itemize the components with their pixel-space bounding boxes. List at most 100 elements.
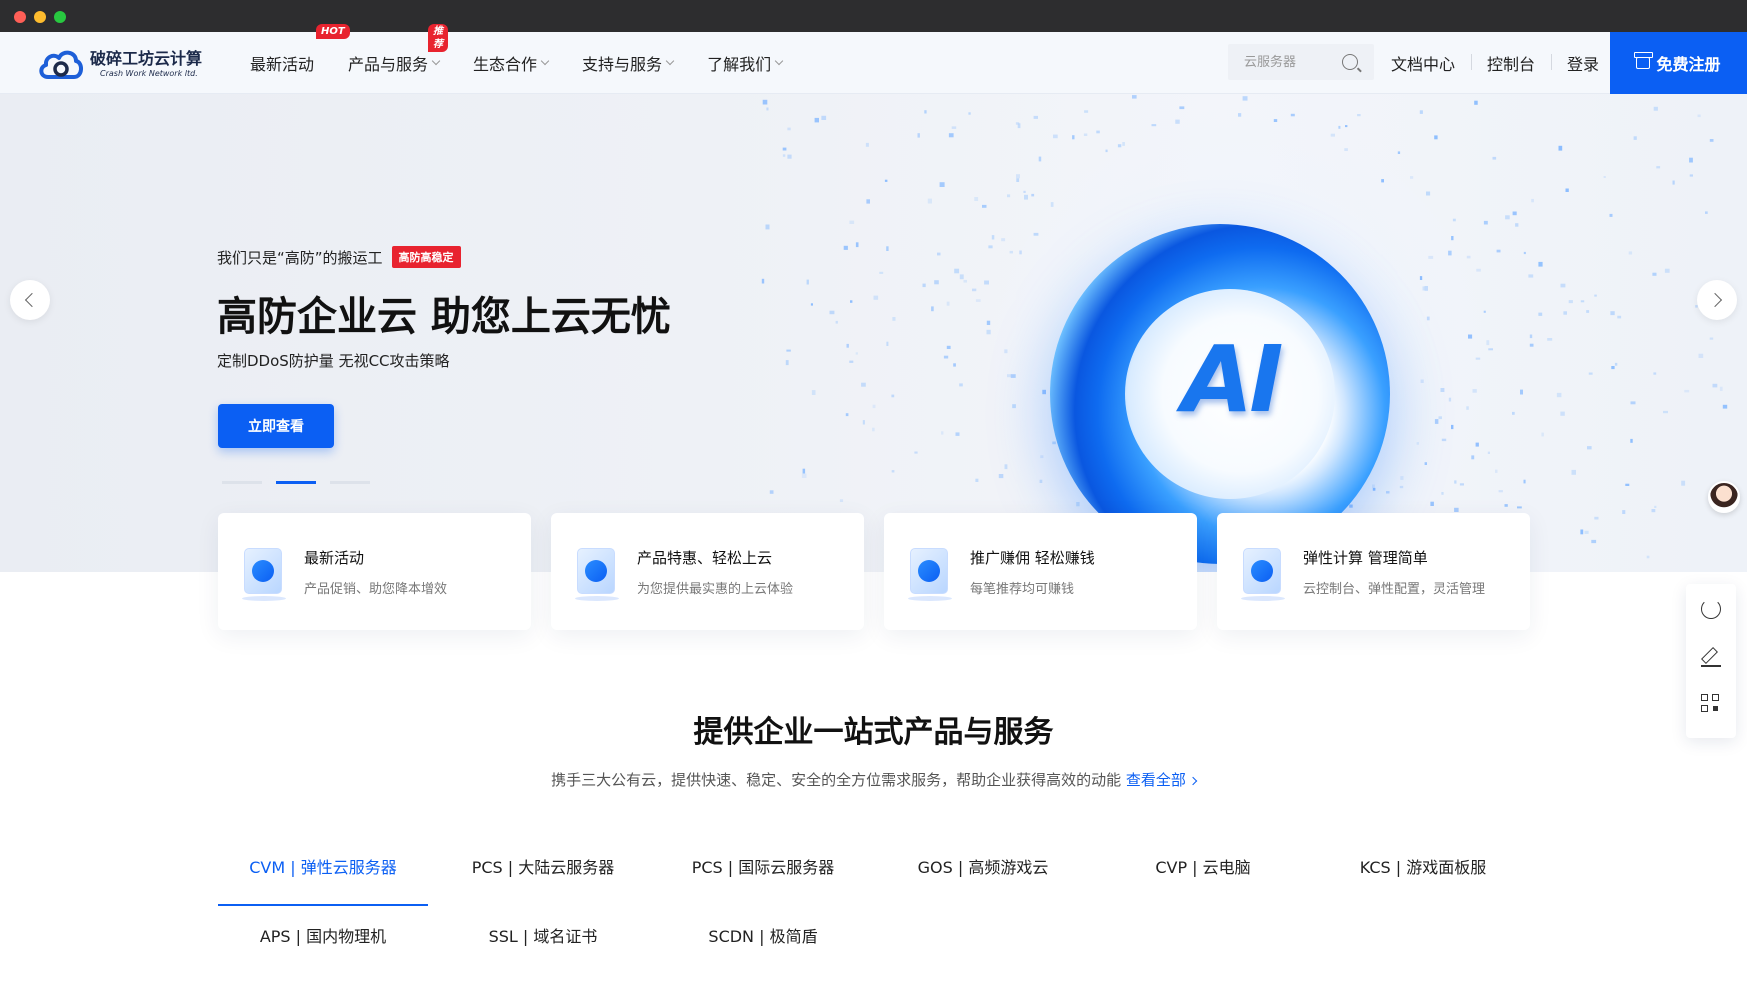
particle [1653, 372, 1657, 375]
feature-card-compute[interactable]: 弹性计算 管理简单 云控制台、弹性配置，灵活管理 [1217, 513, 1530, 630]
feature-card-products[interactable]: 产品特惠、轻松上云 为您提供最实惠的上云体验 [551, 513, 864, 630]
tab-kcs[interactable]: KCS | 游戏面板服 [1318, 838, 1528, 906]
tab-pcs-mainland[interactable]: PCS | 大陆云服务器 [438, 838, 648, 906]
particle [914, 451, 918, 454]
view-all-link[interactable]: 查看全部 [1125, 771, 1198, 789]
feature-card-title: 弹性计算 管理简单 [1303, 548, 1428, 567]
gift-icon [1634, 52, 1654, 69]
particle [872, 427, 875, 432]
feature-card-activity[interactable]: 最新活动 产品促销、助您降本增效 [218, 513, 531, 630]
particle [1488, 348, 1493, 351]
particle [1052, 441, 1056, 445]
particle [917, 133, 920, 138]
tab-gos[interactable]: GOS | 高频游戏云 [878, 838, 1088, 906]
particle [959, 383, 963, 387]
particle [1001, 238, 1006, 242]
particle [1033, 232, 1039, 236]
minimize-window-button[interactable] [34, 11, 46, 23]
menu-ecosystem[interactable]: 生态合作 [473, 51, 550, 75]
window-titlebar [0, 0, 1747, 32]
refresh-icon[interactable] [1701, 599, 1721, 619]
particle [1441, 438, 1447, 442]
carousel-dot-2[interactable] [276, 481, 316, 484]
tab-ssl[interactable]: SSL | 域名证书 [438, 907, 648, 975]
qrcode-icon[interactable] [1701, 694, 1721, 714]
particle [782, 154, 786, 157]
particle [1459, 483, 1464, 486]
ai-logo-text: AI [1182, 326, 1283, 433]
particle [1084, 110, 1089, 113]
particle [1475, 442, 1479, 447]
particle [1722, 404, 1728, 409]
particle [782, 147, 787, 151]
close-window-button[interactable] [14, 11, 26, 23]
site-logo[interactable]: 破碎工坊云计算 Crash Work Network ltd. [38, 44, 202, 84]
particle [1015, 122, 1020, 125]
login-link[interactable]: 登录 [1551, 51, 1615, 75]
menu-about-us[interactable]: 了解我们 [707, 51, 784, 75]
tab-pcs-international[interactable]: PCS | 国际云服务器 [658, 838, 868, 906]
particle [1053, 134, 1058, 139]
particle [1698, 353, 1704, 358]
particle [810, 303, 813, 306]
tab-cvm[interactable]: CVM | 弹性云服务器 [218, 838, 428, 906]
particle [1349, 504, 1353, 508]
particle [1238, 113, 1242, 117]
particle [1466, 255, 1471, 259]
view-all-label: 查看全部 [1125, 771, 1186, 789]
menu-label: 产品与服务 [348, 55, 429, 74]
carousel-dot-3[interactable] [330, 481, 370, 484]
register-button[interactable]: 免费注册 [1610, 32, 1747, 94]
console-link[interactable]: 控制台 [1471, 51, 1551, 75]
menu-latest-activity[interactable]: 最新活动 HOT [250, 24, 350, 75]
particle [943, 355, 949, 359]
particle [1591, 539, 1597, 544]
customer-service-avatar[interactable] [1708, 481, 1740, 513]
menu-support[interactable]: 支持与服务 [582, 51, 675, 75]
particle [1448, 397, 1452, 402]
particle [1625, 483, 1630, 486]
particle [1560, 411, 1565, 416]
carousel-prev-arrow-icon[interactable] [10, 280, 50, 320]
tab-cvp[interactable]: CVP | 云电脑 [1098, 838, 1308, 906]
edit-icon[interactable] [1701, 647, 1721, 667]
particle [1004, 349, 1008, 354]
particle [988, 245, 993, 249]
search-input[interactable] [1228, 44, 1328, 80]
particle [986, 320, 991, 325]
particle [1454, 480, 1457, 484]
menu-products-services[interactable]: 产品与服务 推荐 [348, 24, 449, 75]
docs-center-link[interactable]: 文档中心 [1391, 51, 1471, 75]
tab-scdn[interactable]: SCDN | 极简盾 [658, 907, 868, 975]
hero-subtitle: 定制DDoS防护量 无视CC攻击策略 [217, 352, 450, 370]
particle [986, 329, 991, 335]
maximize-window-button[interactable] [54, 11, 66, 23]
particle [1372, 484, 1375, 488]
particle [1654, 505, 1657, 508]
particle [1430, 501, 1434, 506]
particle [1529, 343, 1534, 347]
particle [846, 343, 849, 348]
carousel-dot-1[interactable] [222, 481, 262, 484]
carousel-next-arrow-icon[interactable] [1697, 280, 1737, 320]
commission-icon [904, 544, 956, 601]
particle [1584, 530, 1589, 534]
particle [1031, 193, 1035, 197]
particle [1630, 401, 1636, 405]
particle [1083, 133, 1088, 136]
particle [974, 197, 979, 201]
hero-cta-button[interactable]: 立即查看 [218, 404, 334, 448]
particle [801, 473, 807, 478]
activity-icon [238, 544, 290, 601]
particle [1571, 469, 1576, 475]
particle [1520, 389, 1523, 395]
search-icon[interactable] [1342, 54, 1358, 70]
tab-aps[interactable]: APS | 国内物理机 [218, 907, 428, 975]
particle [839, 499, 844, 502]
particle [1438, 416, 1442, 420]
main-menu: 最新活动 HOT 产品与服务 推荐 生态合作 支持与服务 了解我们 [250, 24, 816, 94]
particle [1386, 491, 1390, 494]
feature-card-commission[interactable]: 推广赚佣 轻松赚钱 每笔推荐均可赚钱 [884, 513, 1197, 630]
feature-card-desc: 每笔推荐均可赚钱 [970, 581, 1075, 597]
particle [829, 310, 835, 315]
